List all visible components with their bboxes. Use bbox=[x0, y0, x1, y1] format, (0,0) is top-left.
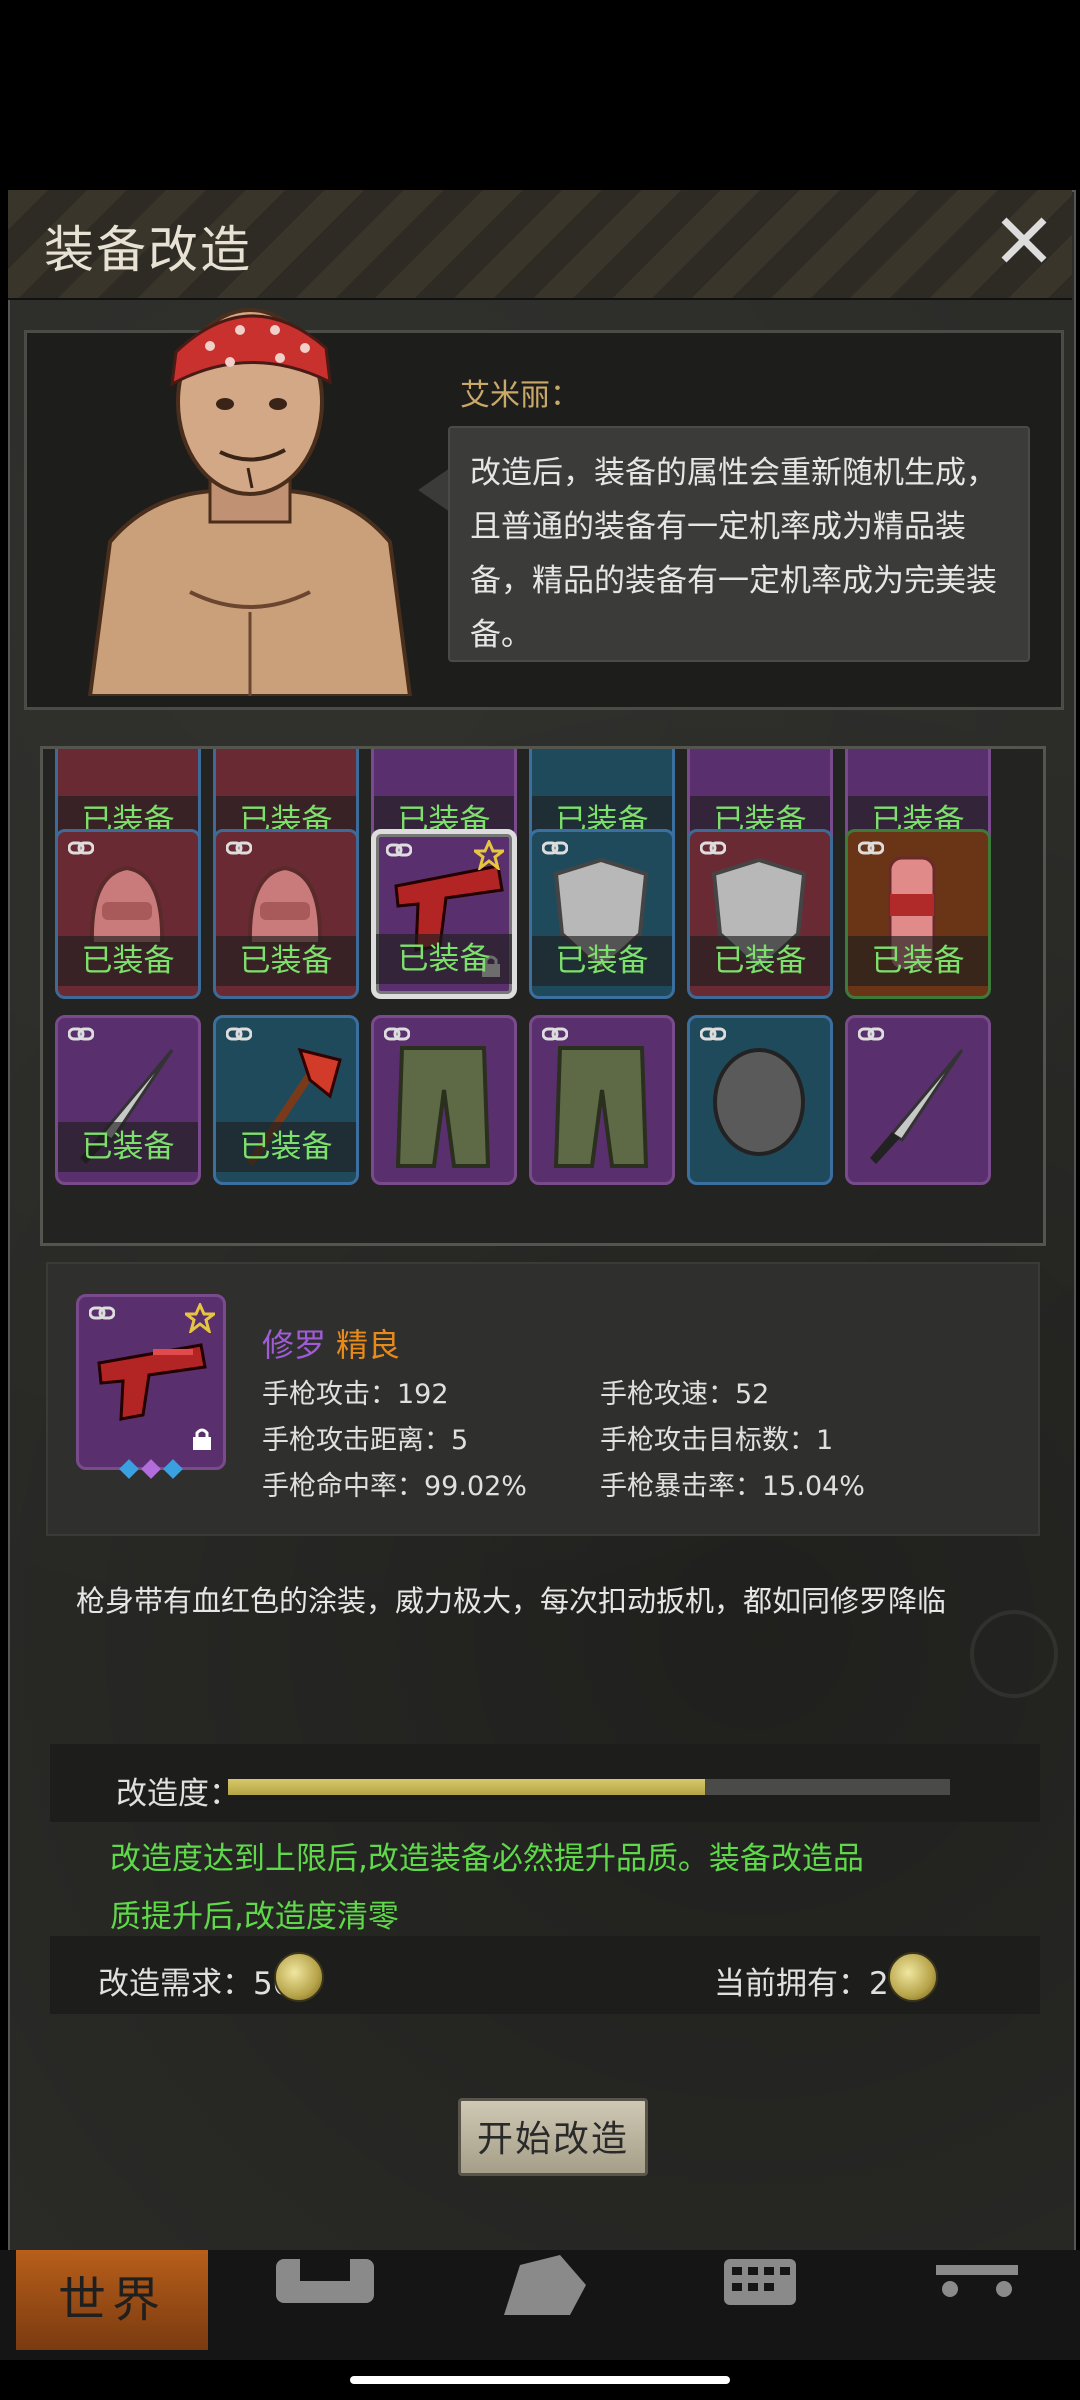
equipped-label: 已装备 bbox=[690, 936, 830, 986]
home-indicator[interactable] bbox=[350, 2376, 730, 2384]
bag-icon[interactable] bbox=[270, 2255, 380, 2319]
stat-attack: 手枪攻击：192 bbox=[262, 1379, 449, 1410]
star-icon bbox=[181, 1301, 219, 1335]
nav-world-tab[interactable]: 世界 bbox=[16, 2250, 208, 2350]
inventory-slot[interactable]: 已装备 bbox=[845, 829, 991, 999]
shield-round-icon bbox=[704, 1040, 814, 1164]
equipped-label: 已装备 bbox=[848, 936, 988, 986]
coin-icon bbox=[274, 1952, 324, 2002]
item-description: 枪身带有血红色的涂装，威力极大，每次扣动扳机，都如同修罗降临 bbox=[76, 1584, 947, 1618]
stat-accuracy: 手枪命中率：99.02% bbox=[262, 1471, 527, 1502]
inventory-grid[interactable]: 已装备 已装备 已装备 已装备 已装备 已装备 已装备 已装备 已装备 已装备 已装备 已装备 已装备已… bbox=[40, 746, 1046, 1246]
cart-icon[interactable] bbox=[932, 2255, 1022, 2319]
start-modify-button[interactable]: 开始改造 bbox=[458, 2098, 648, 2176]
modify-label: 改造度： bbox=[116, 1776, 240, 1812]
modify-note: 改造度达到上限后,改造装备必然提升品质。装备改造品质提升后,改造度清零 bbox=[110, 1841, 864, 1935]
inventory-slot[interactable]: 已装备 bbox=[213, 829, 359, 999]
pants-icon bbox=[546, 1040, 656, 1174]
requirement-text: 改造需求：50 bbox=[98, 1966, 293, 2002]
link-icon bbox=[88, 1305, 116, 1321]
owned-text: 当前拥有：26 bbox=[714, 1966, 909, 2002]
item-name-text: 修罗 bbox=[262, 1326, 327, 1364]
inventory-slot[interactable] bbox=[371, 1015, 517, 1185]
equipped-label: 已装备 bbox=[532, 936, 672, 986]
stat-range: 手枪攻击距离：5 bbox=[262, 1425, 469, 1456]
inventory-slot[interactable]: 已装备 bbox=[687, 829, 833, 999]
pants-icon bbox=[388, 1040, 498, 1174]
stat-crit: 手枪暴击率：15.04% bbox=[600, 1471, 865, 1502]
inventory-slot[interactable]: 已装备 bbox=[371, 829, 517, 999]
panel-title: 装备改造 bbox=[44, 221, 252, 279]
inventory-slot[interactable]: 已装备 bbox=[529, 829, 675, 999]
knife-icon bbox=[862, 1040, 982, 1174]
close-icon[interactable] bbox=[994, 210, 1054, 270]
coin-icon bbox=[888, 1952, 938, 2002]
inventory-slot[interactable]: 已装备 bbox=[55, 1015, 201, 1185]
equipped-label: 已装备 bbox=[376, 934, 512, 984]
npc-speech-bubble: 改造后，装备的属性会重新随机生成，且普通的装备有一定机率成为精品装备，精品的装备… bbox=[448, 426, 1030, 662]
selected-item-icon bbox=[76, 1294, 226, 1479]
inventory-slot[interactable] bbox=[687, 1015, 833, 1185]
item-name: 修罗 精良 bbox=[262, 1320, 400, 1366]
inventory-slot[interactable]: 已装备 bbox=[213, 1015, 359, 1185]
equipped-label: 已装备 bbox=[216, 936, 356, 986]
stat-targets: 手枪攻击目标数：1 bbox=[600, 1425, 834, 1456]
star-icon bbox=[470, 838, 508, 872]
inventory-slot[interactable] bbox=[529, 1015, 675, 1185]
grid-menu-icon[interactable] bbox=[720, 2255, 800, 2319]
inventory-slot[interactable] bbox=[845, 1015, 991, 1185]
npc-name: 艾米丽： bbox=[460, 378, 580, 413]
equipped-label: 已装备 bbox=[58, 936, 198, 986]
pistol-icon bbox=[97, 1343, 207, 1421]
stat-speed: 手枪攻速：52 bbox=[600, 1379, 770, 1410]
item-quality: 精良 bbox=[336, 1326, 401, 1364]
equipped-label: 已装备 bbox=[58, 1122, 198, 1172]
inventory-slot[interactable]: 已装备 bbox=[55, 829, 201, 999]
modify-progress-fill bbox=[228, 1779, 705, 1795]
npc-portrait bbox=[80, 292, 420, 698]
radiation-icon bbox=[970, 1610, 1058, 1698]
speech-bubble-tail bbox=[418, 468, 450, 512]
equipped-label: 已装备 bbox=[216, 1122, 356, 1172]
lock-icon bbox=[191, 1427, 213, 1451]
character-icon[interactable] bbox=[500, 2255, 590, 2319]
